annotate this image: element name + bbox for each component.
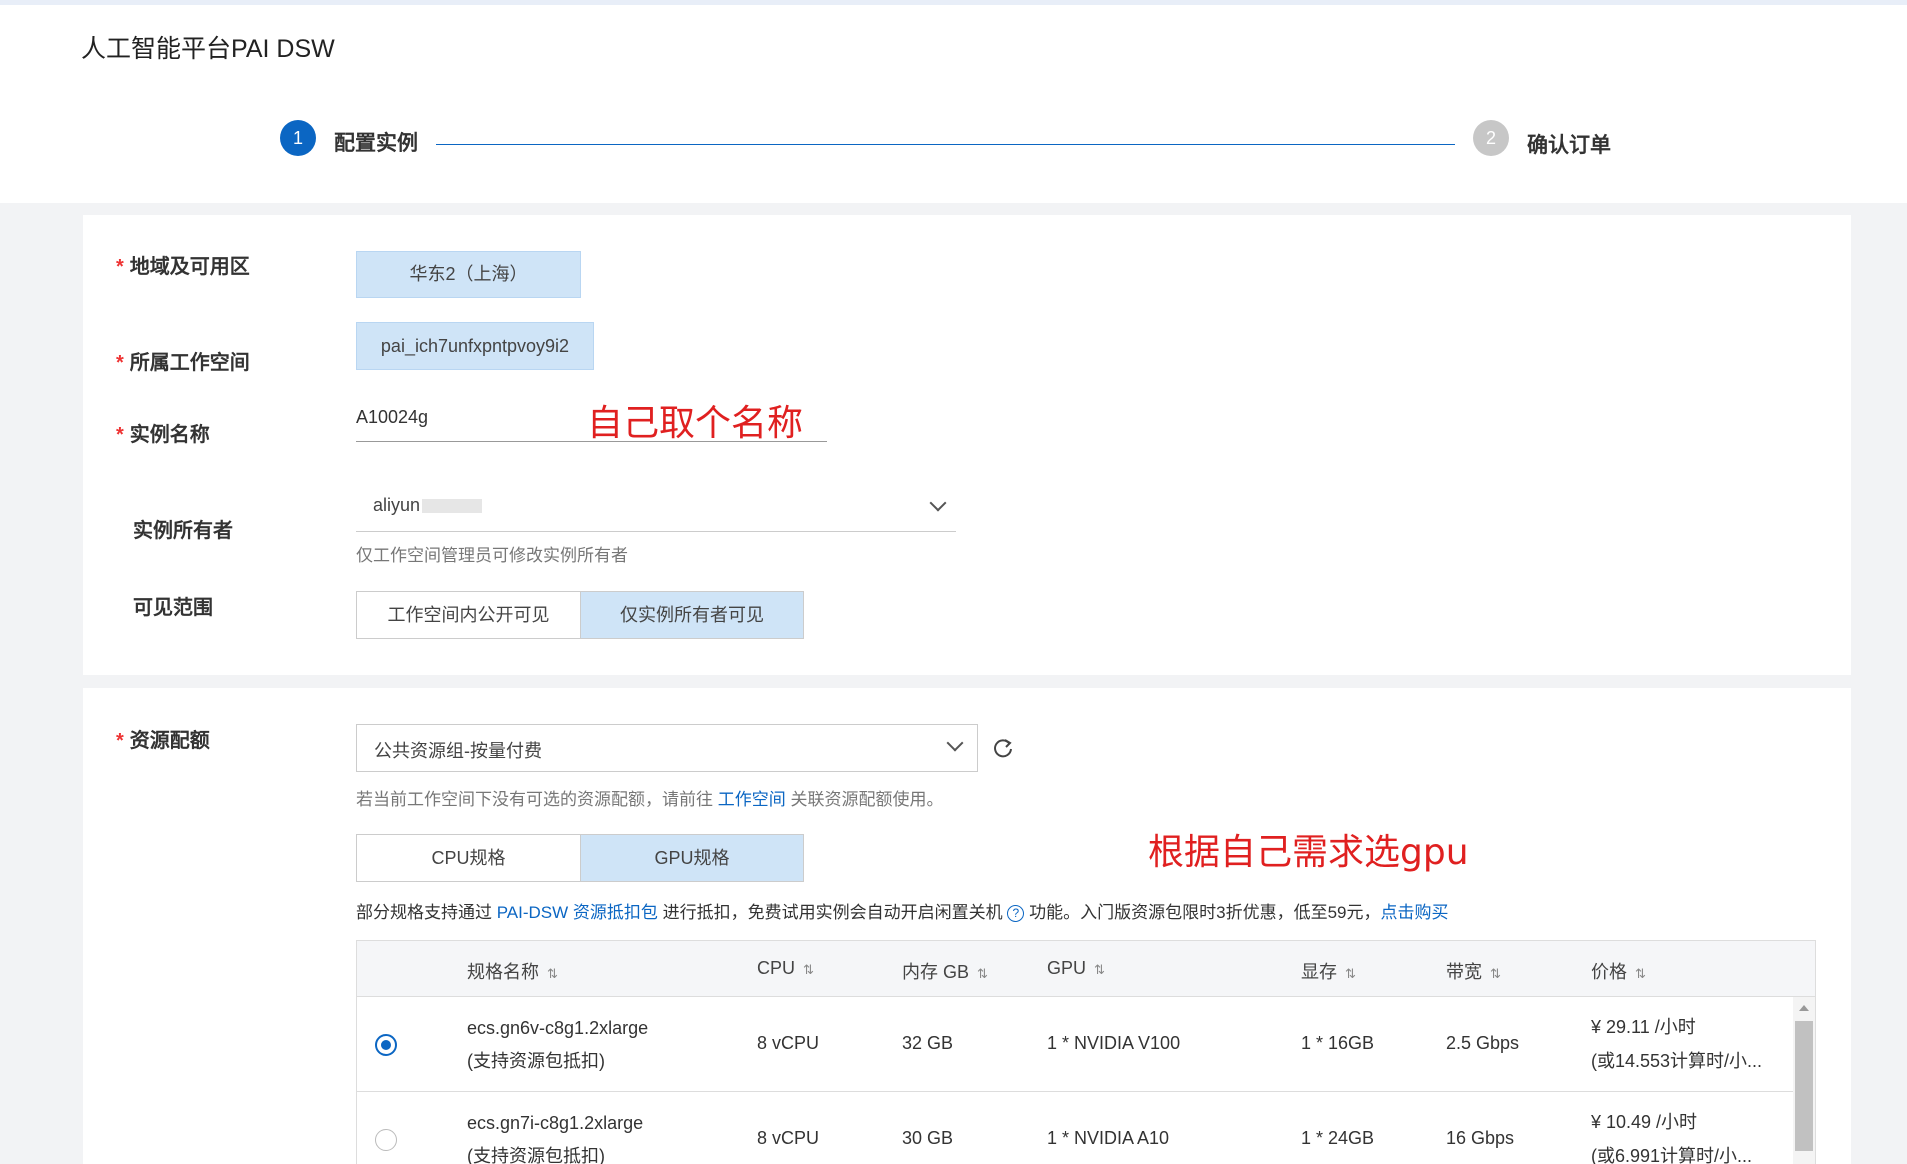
- sort-icon: ⇅: [803, 962, 814, 977]
- spec-vram: 1 * 16GB: [1301, 1033, 1375, 1053]
- spec-name: ecs.gn6v-c8g1.2xlarge: [467, 1018, 649, 1038]
- spec-note: (支持资源包抵扣): [467, 1051, 605, 1071]
- table-scrollbar[interactable]: [1793, 997, 1815, 1164]
- workspace-link[interactable]: 工作空间: [718, 790, 786, 809]
- step-2-label: 确认订单: [1527, 134, 1611, 157]
- workspace-label: * 所属工作空间: [116, 352, 250, 374]
- visibility-option-public[interactable]: 工作空间内公开可见: [357, 592, 581, 638]
- workspace-option-button[interactable]: pai_ich7unfxpntpvoy9i2: [356, 322, 594, 370]
- sort-icon: ⇅: [977, 966, 988, 981]
- step-1-label: 配置实例: [334, 132, 418, 155]
- owner-select[interactable]: aliyun: [356, 485, 956, 532]
- tab-gpu-spec[interactable]: GPU规格: [581, 835, 803, 881]
- column-header-price[interactable]: 价格 ⇅: [1591, 958, 1646, 984]
- tab-cpu-spec[interactable]: CPU规格: [357, 835, 581, 881]
- spec-gpu: 1 * NVIDIA V100: [1047, 1033, 1181, 1053]
- spec-table: 规格名称 ⇅ CPU ⇅ 内存 GB ⇅ GPU ⇅ 显存 ⇅ 带宽 ⇅ 价格 ⇅ ecs.g…: [356, 940, 1816, 1164]
- resource-label: * 资源配额: [116, 730, 210, 752]
- chevron-down-icon: [929, 494, 947, 512]
- spec-price: ¥ 10.49 /小时: [1591, 1112, 1698, 1132]
- resource-hint: 若当前工作空间下没有可选的资源配额，请前往 工作空间 关联资源配额使用。: [356, 790, 944, 809]
- column-header-vram[interactable]: 显存 ⇅: [1301, 958, 1356, 984]
- required-mark: *: [116, 730, 124, 752]
- column-header-name[interactable]: 规格名称 ⇅: [467, 958, 558, 984]
- spec-type-tabs: CPU规格 GPU规格: [356, 834, 804, 882]
- sort-icon: ⇅: [547, 966, 558, 981]
- region-label: * 地域及可用区: [116, 256, 250, 278]
- instance-name-label: * 实例名称: [116, 424, 210, 446]
- page-header: 人工智能平台PAI DSW 1 配置实例 2 确认订单: [0, 5, 1907, 203]
- buy-link[interactable]: 点击购买: [1381, 903, 1449, 922]
- instance-name-annotation: 自己取个名称: [587, 403, 804, 444]
- row-radio[interactable]: [375, 1129, 397, 1151]
- spec-memory: 32 GB: [902, 1033, 954, 1053]
- help-icon[interactable]: ?: [1007, 905, 1025, 923]
- required-mark: *: [116, 352, 124, 374]
- required-mark: *: [116, 256, 124, 278]
- required-mark: *: [116, 424, 124, 446]
- instance-config-card: [83, 215, 1851, 675]
- owner-label: 实例所有者: [133, 520, 233, 542]
- resource-group-select-value: 公共资源组-按量付费: [374, 741, 542, 761]
- spec-price-alt: (或6.991计算时/小...: [1591, 1146, 1753, 1164]
- sort-icon: ⇅: [1094, 962, 1105, 977]
- step-2-circle: 2: [1473, 120, 1509, 156]
- spec-bandwidth: 16 Gbps: [1446, 1128, 1515, 1148]
- spec-name: ecs.gn7i-c8g1.2xlarge: [467, 1113, 644, 1133]
- sort-icon: ⇅: [1490, 966, 1501, 981]
- column-header-memory[interactable]: 内存 GB ⇅: [902, 958, 988, 984]
- spec-vram: 1 * 24GB: [1301, 1128, 1375, 1148]
- app-title: 人工智能平台PAI DSW: [81, 35, 335, 63]
- owner-hint: 仅工作空间管理员可修改实例所有者: [356, 546, 628, 565]
- visibility-label: 可见范围: [133, 597, 213, 619]
- step-connector: [436, 144, 1455, 145]
- spec-info-line: 部分规格支持通过 PAI-DSW 资源抵扣包 进行抵扣，免费试用实例会自动开启闲…: [356, 903, 1449, 923]
- spec-note: (支持资源包抵扣): [467, 1146, 605, 1164]
- table-row[interactable]: ecs.gn6v-c8g1.2xlarge (支持资源包抵扣) 8 vCPU 3…: [357, 997, 1815, 1092]
- spec-bandwidth: 2.5 Gbps: [1446, 1033, 1520, 1053]
- table-header: 规格名称 ⇅ CPU ⇅ 内存 GB ⇅ GPU ⇅ 显存 ⇅ 带宽 ⇅ 价格 ⇅: [357, 941, 1815, 997]
- visibility-segmented-control: 工作空间内公开可见 仅实例所有者可见: [356, 591, 804, 639]
- refresh-icon[interactable]: [992, 737, 1014, 759]
- sort-icon: ⇅: [1345, 966, 1356, 981]
- column-header-bandwidth[interactable]: 带宽 ⇅: [1446, 958, 1501, 984]
- scrollbar-thumb[interactable]: [1795, 1021, 1813, 1151]
- spec-cpu: 8 vCPU: [757, 1033, 820, 1053]
- owner-select-value: aliyun: [373, 495, 421, 515]
- spec-price: ¥ 29.11 /小时: [1591, 1017, 1696, 1037]
- step-1-circle: 1: [280, 120, 316, 156]
- resource-pack-link[interactable]: PAI-DSW 资源抵扣包: [497, 903, 658, 922]
- table-row[interactable]: ecs.gn7i-c8g1.2xlarge (支持资源包抵扣) 8 vCPU 3…: [357, 1092, 1815, 1164]
- column-header-gpu[interactable]: GPU ⇅: [1047, 958, 1105, 979]
- chevron-down-icon: [946, 734, 964, 752]
- resource-group-select[interactable]: 公共资源组-按量付费: [356, 724, 978, 772]
- spec-cpu: 8 vCPU: [757, 1128, 820, 1148]
- sort-icon: ⇅: [1635, 966, 1646, 981]
- spec-gpu: 1 * NVIDIA A10: [1047, 1128, 1170, 1148]
- spec-price-alt: (或14.553计算时/小...: [1591, 1051, 1763, 1071]
- redacted-block: [422, 499, 482, 513]
- visibility-option-private[interactable]: 仅实例所有者可见: [581, 592, 803, 638]
- region-option-button[interactable]: 华东2（上海）: [356, 251, 581, 298]
- row-radio-selected[interactable]: [375, 1034, 397, 1056]
- gpu-annotation: 根据自己需求选gpu: [1148, 832, 1469, 873]
- column-header-cpu[interactable]: CPU ⇅: [757, 958, 814, 979]
- spec-memory: 30 GB: [902, 1128, 954, 1148]
- scroll-up-icon[interactable]: [1799, 1005, 1809, 1011]
